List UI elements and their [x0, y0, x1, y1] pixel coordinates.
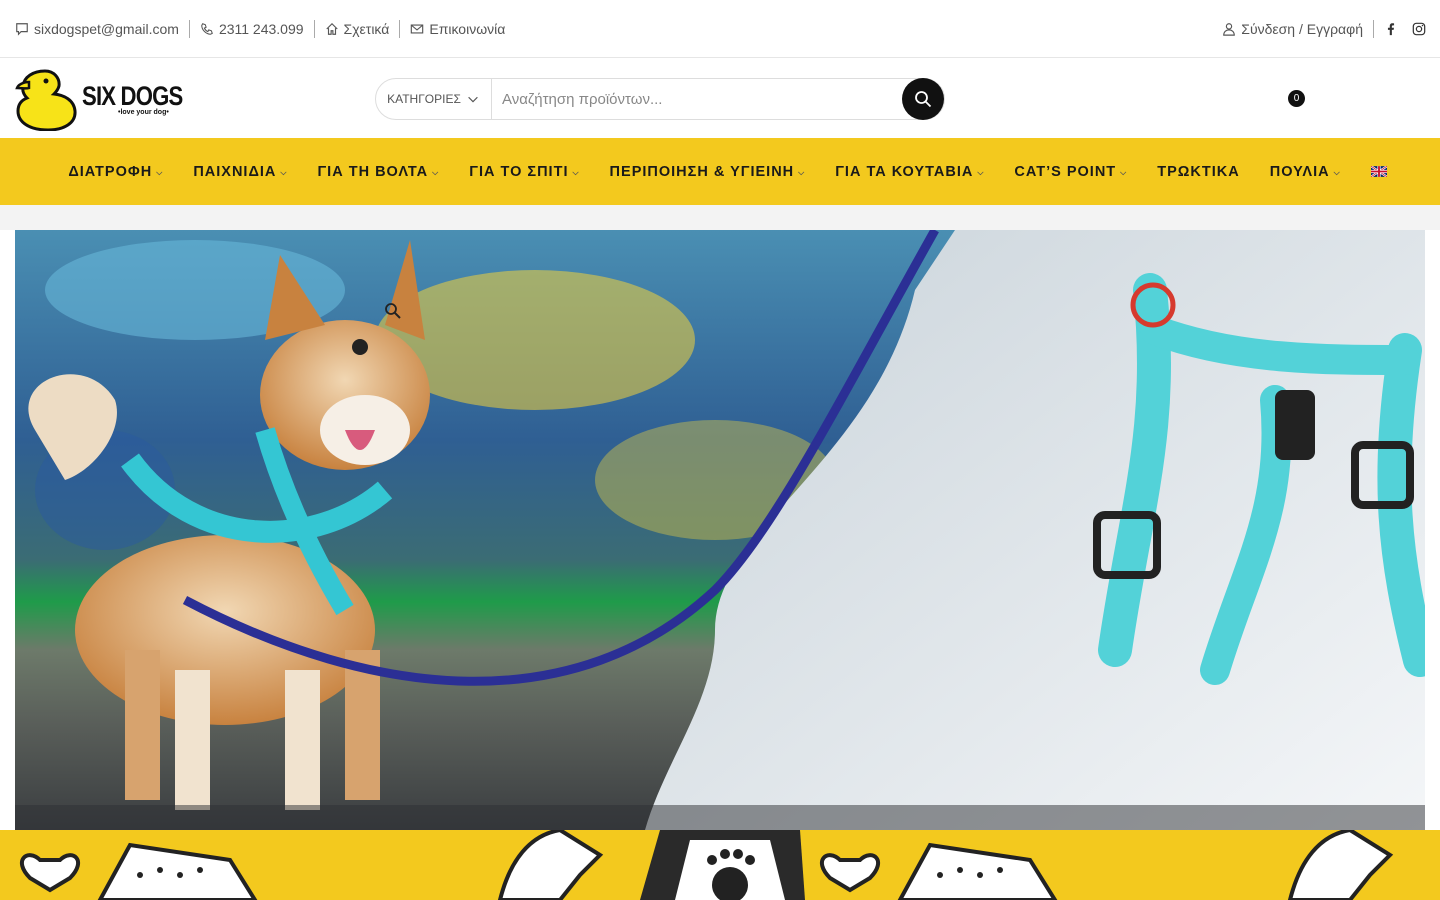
- nav-item-label: CAT’S POINT: [1014, 163, 1117, 180]
- divider: [313, 19, 315, 38]
- nav-item-walk[interactable]: ΓΙΑ ΤΗ ΒΟΛΤΑ ⌵: [302, 164, 454, 180]
- spacer-strip: [0, 205, 1440, 230]
- top-bar-account: Σύνδεση / Εγγραφή: [1222, 19, 1426, 38]
- nav-item-label: ΓΙΑ ΤΗ ΒΟΛΤΑ: [317, 163, 429, 180]
- phone-text: 2311 243.099: [218, 20, 304, 37]
- chevron-down-icon: ⌵: [977, 167, 985, 177]
- chevron-down-icon: ⌵: [1120, 167, 1128, 177]
- login-text: Σύνδεση / Εγγραφή: [1241, 20, 1363, 37]
- chevron-down-icon: ⌵: [280, 167, 288, 177]
- logo-text: SIX DOGS •love your dog•: [82, 81, 205, 116]
- envelope-icon: [410, 22, 424, 36]
- chat-icon: [15, 22, 29, 36]
- instagram-icon: [1412, 22, 1426, 36]
- hero-banner[interactable]: [15, 230, 1425, 830]
- nav-item-label: ΤΡΩΚΤΙΚΑ: [1157, 163, 1240, 180]
- instagram-link[interactable]: [1412, 22, 1426, 36]
- facebook-link[interactable]: [1384, 22, 1398, 36]
- chevron-down-icon: [466, 92, 480, 106]
- decorative-pattern-strip: [0, 830, 1440, 900]
- category-select[interactable]: ΚΑΤΗΓΟΡΙΕΣ: [376, 79, 492, 119]
- search-icon: [914, 90, 932, 108]
- home-icon: [325, 22, 339, 36]
- duck-logo-icon: [15, 69, 77, 131]
- contact-text: Επικοινωνία: [429, 20, 506, 37]
- nav-item-nutrition[interactable]: ΔΙΑΤΡΟΦΗ ⌵: [53, 164, 178, 180]
- cart-count-badge[interactable]: 0: [1288, 90, 1305, 107]
- nav-item-label: ΠΑΙΧΝΙΔΙΑ: [193, 163, 277, 180]
- nav-item-label: ΓΙΑ ΤΑ ΚΟΥΤΑΒΙΑ: [835, 163, 974, 180]
- nav-item-rodents[interactable]: ΤΡΩΚΤΙΚΑ: [1142, 164, 1254, 180]
- nav-item-label: ΠΟΥΛΙΑ: [1269, 163, 1330, 180]
- top-bar-contacts: sixdogspet@gmail.com 2311 243.099 Σχετικ…: [15, 19, 505, 38]
- email-text: sixdogspet@gmail.com: [34, 20, 179, 37]
- nav-item-label: ΠΕΡΙΠΟΙΗΣΗ & ΥΓΙΕΙΝΗ: [609, 163, 795, 180]
- search-input[interactable]: [492, 79, 944, 119]
- chevron-down-icon: ⌵: [1333, 167, 1341, 177]
- user-icon: [1222, 22, 1236, 36]
- divider: [399, 19, 401, 38]
- contact-link[interactable]: Επικοινωνία: [410, 21, 505, 37]
- about-text: Σχετικά: [343, 20, 390, 37]
- search-button[interactable]: [902, 78, 944, 120]
- nav-item-puppies[interactable]: ΓΙΑ ΤΑ ΚΟΥΤΑΒΙΑ ⌵: [820, 164, 999, 180]
- nav-item-cats[interactable]: CAT’S POINT ⌵: [999, 164, 1142, 180]
- divider: [1373, 19, 1374, 38]
- login-link[interactable]: Σύνδεση / Εγγραφή: [1222, 21, 1363, 37]
- dog-pattern-illustration: [20, 830, 1394, 900]
- nav-item-label: ΓΙΑ ΤΟ ΣΠΙΤΙ: [469, 163, 569, 180]
- uk-flag-icon[interactable]: [1370, 166, 1387, 177]
- divider: [188, 19, 190, 38]
- main-nav: ΔΙΑΤΡΟΦΗ ⌵ ΠΑΙΧΝΙΔΙΑ ⌵ ΓΙΑ ΤΗ ΒΟΛΤΑ ⌵ ΓΙ…: [0, 138, 1440, 205]
- category-label: ΚΑΤΗΓΟΡΙΕΣ: [387, 92, 461, 106]
- phone-icon: [200, 22, 214, 36]
- email-link[interactable]: sixdogspet@gmail.com: [15, 21, 179, 37]
- nav-item-birds[interactable]: ΠΟΥΛΙΑ ⌵: [1255, 164, 1356, 180]
- chevron-down-icon: ⌵: [798, 167, 806, 177]
- logo-name: SIX DOGS: [82, 81, 183, 111]
- facebook-icon: [1384, 22, 1398, 36]
- search-bar: ΚΑΤΗΓΟΡΙΕΣ: [375, 78, 945, 120]
- site-header: SIX DOGS •love your dog• ΚΑΤΗΓΟΡΙΕΣ 0: [0, 59, 1440, 138]
- phone-link[interactable]: 2311 243.099: [200, 21, 304, 37]
- zoom-icon[interactable]: [384, 302, 402, 320]
- nav-item-label: ΔΙΑΤΡΟΦΗ: [68, 163, 153, 180]
- nav-item-toys[interactable]: ΠΑΙΧΝΙΔΙΑ ⌵: [178, 164, 302, 180]
- chevron-down-icon: ⌵: [432, 167, 440, 177]
- chevron-down-icon: ⌵: [156, 167, 164, 177]
- top-bar: sixdogspet@gmail.com 2311 243.099 Σχετικ…: [0, 0, 1440, 58]
- chevron-down-icon: ⌵: [572, 167, 580, 177]
- site-logo[interactable]: SIX DOGS •love your dog•: [15, 67, 183, 131]
- about-link[interactable]: Σχετικά: [325, 20, 390, 37]
- nav-item-home[interactable]: ΓΙΑ ΤΟ ΣΠΙΤΙ ⌵: [454, 164, 594, 180]
- hero-image: [15, 230, 1425, 830]
- nav-item-grooming[interactable]: ΠΕΡΙΠΟΙΗΣΗ & ΥΓΙΕΙΝΗ ⌵: [595, 164, 821, 180]
